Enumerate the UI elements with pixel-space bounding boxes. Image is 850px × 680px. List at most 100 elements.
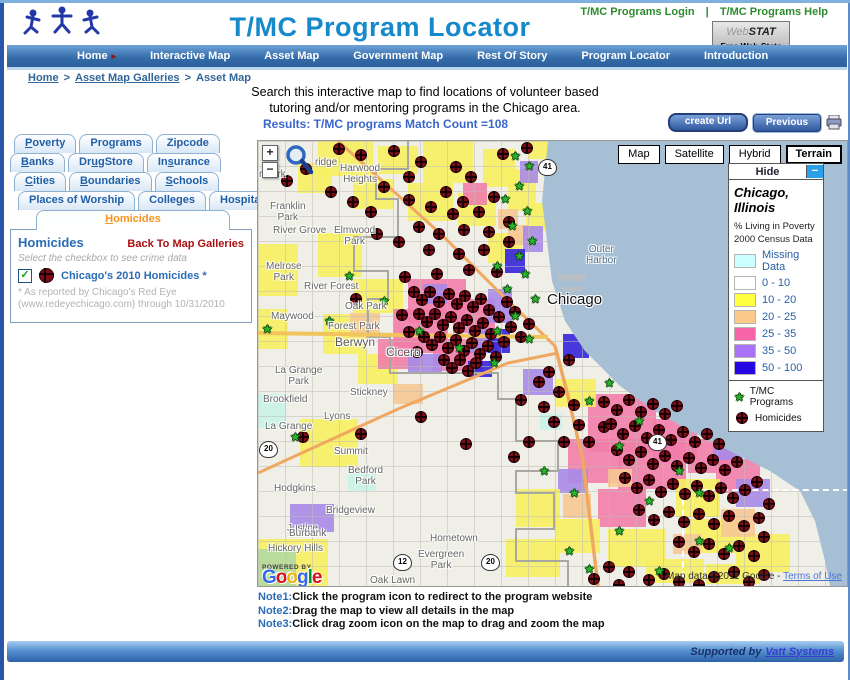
homicide-marker [333, 143, 345, 155]
route-shield-41: 41 [538, 159, 557, 176]
tmc-program-marker[interactable]: ★ [290, 431, 301, 443]
tmc-program-legend-icon: ★ [734, 391, 745, 403]
sidebar-tabs: PovertyProgramsZipcode BanksDrugStoreInsu… [10, 134, 254, 229]
zoom-in-button[interactable]: + [262, 145, 278, 161]
sidebar-tab-boundaries[interactable]: Boundaries [69, 172, 152, 191]
tmc-program-marker[interactable]: ★ [492, 325, 503, 337]
terms-of-use-link[interactable]: Terms of Use [783, 571, 842, 582]
homicide-marker [619, 472, 631, 484]
create-url-button[interactable]: create Url [668, 113, 748, 132]
tmc-program-marker[interactable]: ★ [530, 293, 541, 305]
homicide-marker [523, 436, 535, 448]
homicide-marker [425, 201, 437, 213]
results-count: Results: T/MC programs Match Count =108 [263, 117, 508, 131]
zoom-out-button[interactable]: − [262, 162, 278, 178]
tmc-program-marker[interactable]: ★ [694, 487, 705, 499]
tmc-program-marker[interactable]: ★ [507, 220, 518, 232]
legend-minimize-button[interactable]: − [806, 165, 823, 178]
sidebar-tab-zipcode[interactable]: Zipcode [156, 134, 220, 153]
top-links: T/MC Programs Login | T/MC Programs Help [580, 6, 828, 18]
tmc-program-marker[interactable]: ★ [584, 395, 595, 407]
tmc-program-marker[interactable]: ★ [654, 565, 665, 577]
sidebar-tab-homicides[interactable]: Homicides [36, 210, 230, 230]
tmc-program-marker[interactable]: ★ [564, 545, 575, 557]
homicide-marker [719, 464, 731, 476]
back-to-map-galleries-link[interactable]: Back To Map Galleries [127, 238, 244, 250]
tmc-program-marker[interactable]: ★ [522, 205, 533, 217]
homicide-marker [325, 186, 337, 198]
tmc-program-marker[interactable]: ★ [614, 525, 625, 537]
printer-icon[interactable] [826, 115, 842, 130]
tmc-program-marker[interactable]: ★ [262, 323, 273, 335]
nav-item-introduction[interactable]: Introduction [704, 50, 768, 62]
tmc-program-marker[interactable]: ★ [539, 465, 550, 477]
sidebar-tab-cities[interactable]: Cities [14, 172, 66, 191]
homicides-checkbox[interactable]: ✓ [18, 269, 32, 283]
tmc-program-marker[interactable]: ★ [527, 235, 538, 247]
note-text: Click drag zoom icon on the map to drag … [292, 618, 604, 630]
tmc-program-marker[interactable]: ★ [524, 333, 535, 345]
homicide-marker [558, 436, 570, 448]
tmc-program-marker[interactable]: ★ [520, 268, 531, 280]
tmc-program-marker[interactable]: ★ [694, 535, 705, 547]
map-place-label: Cicero [386, 347, 421, 358]
nav-item-program-locator[interactable]: Program Locator [581, 50, 670, 62]
tmc-program-marker[interactable]: ★ [644, 495, 655, 507]
nav-item-interactive-map[interactable]: Interactive Map [150, 50, 230, 62]
map-type-satellite[interactable]: Satellite [665, 145, 724, 164]
tmc-program-marker[interactable]: ★ [584, 563, 595, 575]
previous-zoom-button[interactable]: Previous Zoom [753, 114, 821, 132]
breadcrumb-item-1[interactable]: Asset Map Galleries [75, 72, 180, 84]
programs-help-link[interactable]: T/MC Programs Help [720, 6, 828, 18]
tmc-program-marker[interactable]: ★ [614, 440, 625, 452]
map-type-terrain[interactable]: Terrain [786, 145, 842, 164]
map-place-label: La Grange Park [275, 365, 322, 387]
homicide-marker [433, 228, 445, 240]
tmc-program-marker[interactable]: ★ [524, 160, 535, 172]
nav-item-home[interactable]: Home▸ [77, 50, 116, 62]
homicide-marker [461, 314, 473, 326]
homicide-marker [548, 416, 560, 428]
map-place-label: Melrose Park [266, 261, 302, 283]
nav-item-asset-map[interactable]: Asset Map [264, 50, 319, 62]
tmc-program-marker[interactable]: ★ [500, 193, 511, 205]
tmc-program-marker[interactable]: ★ [634, 415, 645, 427]
nav-item-government-map[interactable]: Government Map [353, 50, 443, 62]
homicide-marker [460, 438, 472, 450]
tmc-program-marker[interactable]: ★ [489, 357, 500, 369]
tmc-program-marker[interactable]: ★ [514, 250, 525, 262]
interactive-map[interactable]: ★★★★★★★★★★★★★★★★★★★★★★★★★★★★★★★★★★★★★★ r… [257, 140, 848, 587]
sidebar-tab-colleges[interactable]: Colleges [138, 191, 206, 210]
map-type-map[interactable]: Map [618, 145, 659, 164]
tmc-program-marker[interactable]: ★ [604, 377, 615, 389]
sidebar-tab-insurance[interactable]: Insurance [147, 153, 221, 172]
programs-login-link[interactable]: T/MC Programs Login [580, 6, 694, 18]
sidebar-tab-programs[interactable]: Programs [79, 134, 152, 153]
nav-item-rest-of-story[interactable]: Rest Of Story [477, 50, 547, 62]
sidebar-tab-drugstore[interactable]: DrugStore [68, 153, 144, 172]
vatt-systems-link[interactable]: Vatt Systems [765, 646, 834, 658]
map-type-hybrid[interactable]: Hybrid [729, 145, 781, 164]
homicide-marker [415, 411, 427, 423]
tmc-program-marker[interactable]: ★ [674, 465, 685, 477]
tmc-program-marker[interactable]: ★ [569, 487, 580, 499]
tmc-program-marker[interactable]: ★ [510, 150, 521, 162]
drag-zoom-icon[interactable] [284, 144, 316, 176]
sidebar-tab-banks[interactable]: Banks [10, 153, 65, 172]
sidebar-tab-places-of-worship[interactable]: Places of Worship [18, 191, 135, 210]
tmc-program-marker[interactable]: ★ [514, 180, 525, 192]
breadcrumb-item-0[interactable]: Home [28, 72, 59, 84]
tmc-program-marker[interactable]: ★ [454, 342, 465, 354]
tmc-program-marker[interactable]: ★ [510, 310, 521, 322]
tmc-program-marker[interactable]: ★ [492, 260, 503, 272]
legend-hide-label[interactable]: Hide [729, 166, 806, 178]
map-place-label: River Grove [273, 225, 326, 236]
sidebar-tab-schools[interactable]: Schools [155, 172, 220, 191]
tmc-program-marker[interactable]: ★ [502, 283, 513, 295]
homicide-marker [477, 317, 489, 329]
homicide-marker [701, 428, 713, 440]
tmc-program-marker[interactable]: ★ [724, 542, 735, 554]
homicide-marker [583, 436, 595, 448]
sidebar-tab-poverty[interactable]: Poverty [14, 134, 76, 153]
tmc-program-marker[interactable]: ★ [414, 325, 425, 337]
